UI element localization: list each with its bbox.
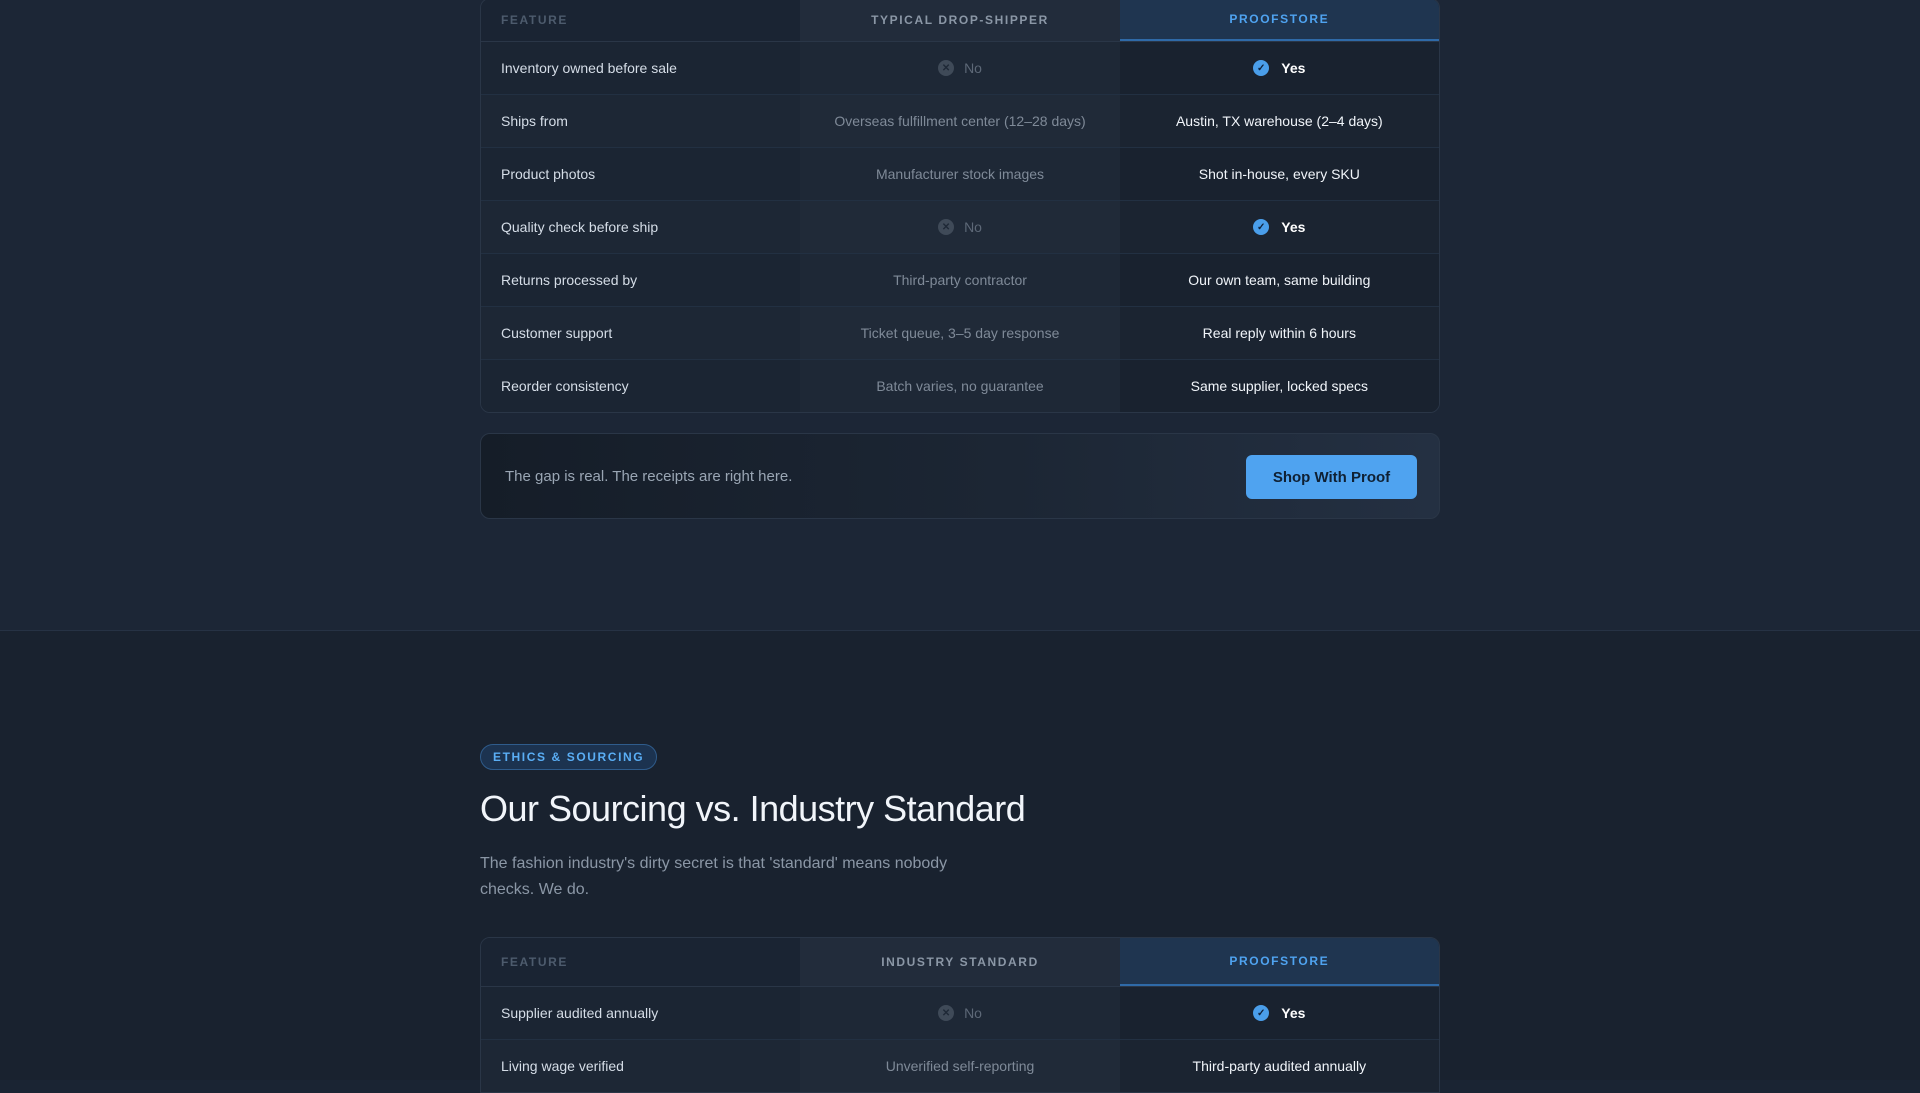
row-competitor: Batch varies, no guarantee [800,360,1120,412]
comparison-table-dropshipper: FEATURE TYPICAL DROP-SHIPPER PROOFSTORE … [480,0,1440,413]
check-circle-icon: ✓ [1253,60,1270,76]
row-feature: Inventory owned before sale [481,42,801,94]
table-row: Living wage verified Unverified self-rep… [481,1039,1439,1092]
row-feature: Ships from [481,95,801,147]
row-brand: Third-party audited annually [1119,1040,1439,1092]
row-brand: Our own team, same building [1119,254,1439,306]
row-feature: Product photos [481,148,801,200]
row-brand: Austin, TX warehouse (2–4 days) [1119,95,1439,147]
row-brand: Real reply within 6 hours [1119,307,1439,359]
competitor-value: No [964,60,982,76]
section-subtitle: The fashion industry's dirty secret is t… [480,855,948,898]
check-circle-icon: ✓ [1253,1005,1270,1021]
table-row: Inventory owned before sale ✕ No ✓ Yes [481,42,1439,94]
header-brand: PROOFSTORE [1119,0,1439,41]
row-competitor: ✕ No [800,987,1120,1039]
table-header: FEATURE INDUSTRY STANDARD PROOFSTORE [481,938,1439,987]
x-circle-icon: ✕ [938,60,955,76]
row-brand: ✓ Yes [1119,42,1439,94]
ethics-sourcing-badge: ETHICS & SOURCING [480,744,658,770]
row-competitor: Manufacturer stock images [800,148,1120,200]
check-circle-icon: ✓ [1253,219,1270,235]
table-row: Ships from Overseas fulfillment center (… [481,94,1439,147]
row-feature: Returns processed by [481,254,801,306]
header-competitor: TYPICAL DROP-SHIPPER [800,0,1120,41]
row-competitor: ✕ No [800,42,1120,94]
row-competitor: ✕ No [800,201,1120,253]
comparison-table-industry: FEATURE INDUSTRY STANDARD PROOFSTORE Sup… [480,937,1440,1093]
header-competitor: INDUSTRY STANDARD [800,938,1120,986]
header-feature: FEATURE [481,0,801,41]
row-competitor: Unverified self-reporting [800,1040,1120,1092]
table-row: Customer support Ticket queue, 3–5 day r… [481,306,1439,359]
x-circle-icon: ✕ [938,1005,955,1021]
brand-value: Yes [1281,219,1306,235]
table-row: Returns processed by Third-party contrac… [481,253,1439,306]
competitor-value: No [964,219,982,235]
row-competitor: Overseas fulfillment center (12–28 days) [800,95,1120,147]
shop-with-proof-button[interactable]: Shop With Proof [1246,455,1417,499]
row-brand: Same supplier, locked specs [1119,360,1439,412]
table-header: FEATURE TYPICAL DROP-SHIPPER PROOFSTORE [481,0,1439,42]
competitor-value: No [964,1005,982,1021]
section-title: Our Sourcing vs. Industry Standard [480,788,1026,829]
x-circle-icon: ✕ [938,219,955,235]
row-feature: Supplier audited annually [481,987,801,1039]
table-row: Quality check before ship ✕ No ✓ Yes [481,200,1439,253]
row-feature: Living wage verified [481,1040,801,1092]
row-competitor: Third-party contractor [800,254,1120,306]
row-feature: Reorder consistency [481,360,801,412]
cta-text: The gap is real. The receipts are right … [505,468,793,485]
table-row: Supplier audited annually ✕ No ✓ Yes [481,987,1439,1039]
row-feature: Quality check before ship [481,201,801,253]
row-competitor: Ticket queue, 3–5 day response [800,307,1120,359]
header-feature: FEATURE [481,938,801,986]
row-brand: ✓ Yes [1119,201,1439,253]
row-brand: ✓ Yes [1119,987,1439,1039]
row-feature: Customer support [481,307,801,359]
brand-value: Yes [1281,60,1306,76]
brand-value: Yes [1281,1005,1306,1021]
cta-banner: The gap is real. The receipts are right … [480,433,1440,519]
row-brand: Shot in-house, every SKU [1119,148,1439,200]
header-brand: PROOFSTORE [1119,938,1439,986]
table-row: Reorder consistency Batch varies, no gua… [481,359,1439,412]
table-row: Product photos Manufacturer stock images… [481,147,1439,200]
